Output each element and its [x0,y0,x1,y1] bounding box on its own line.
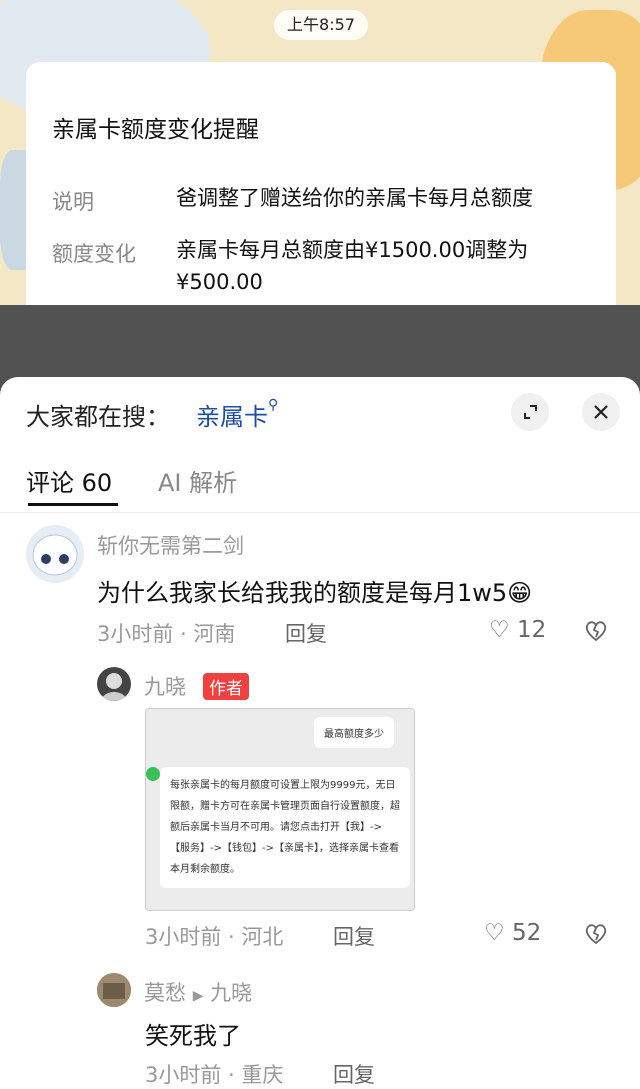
author-badge: 作者 [203,673,249,700]
comment-text: 为什么我家长给我我的额度是每月1w5😁 [97,573,532,608]
search-icon: ⚲ [268,397,279,413]
like-button[interactable]: ♡ 52 [484,920,541,946]
heart-icon: ♡ [484,920,505,946]
reply-location: 重庆 [241,1063,284,1087]
search-prefix: 大家都在搜： [26,403,170,431]
grin-emoji: 😁 [507,579,533,607]
reply-to-username[interactable]: 九晓 [210,981,252,1005]
reply-button[interactable]: 回复 [333,1059,375,1089]
reply-meta: 3小时前 · 重庆 [145,1063,284,1087]
notification-row-value: 爸调整了赠送给你的亲属卡每月总额度 [176,186,533,210]
active-tab-indicator [28,503,118,506]
like-count: 12 [516,617,547,643]
expand-button[interactable] [511,393,549,431]
reply-username[interactable]: 九晓 [144,671,186,701]
search-term-label: 亲属卡 [196,403,268,431]
search-term-link[interactable]: 亲属卡⚲ [196,397,278,432]
image-status-dot [146,767,160,781]
status-time: 上午8:57 [274,10,368,40]
notification-card: 亲属卡额度变化提醒 说明 爸调整了赠送给你的亲属卡每月总额度 额度变化 亲属卡每… [26,62,616,320]
like-button[interactable]: ♡ 12 [489,617,546,643]
reply-button[interactable]: 回复 [333,921,375,951]
expand-icon [524,405,537,419]
avatar[interactable] [97,667,131,701]
notification-row-label: 说明 [52,190,94,214]
close-icon [594,405,608,419]
dislike-button[interactable] [583,617,609,643]
tab-comments[interactable]: 评论 60 [26,463,112,498]
image-answer-bubble: 每张亲属卡的每月额度可设置上限为9999元，无日限额，赠卡方可在亲属卡管理页面自… [160,767,410,888]
reply-time: 3小时前 [145,925,222,949]
reply-username-link[interactable]: 莫愁 [144,981,186,1005]
reply-location: 河北 [241,925,284,949]
image-question-bubble: 最高额度多少 [314,717,394,748]
comment-location: 河南 [193,622,236,646]
broken-heart-icon [585,924,607,945]
reply-arrow-icon: ▶ [192,988,204,1004]
notification-title: 亲属卡额度变化提醒 [52,117,259,143]
reply-username: 莫愁 ▶ 九晓 [144,977,252,1007]
reply-image[interactable]: 最高额度多少 每张亲属卡的每月额度可设置上限为9999元，无日限额，赠卡方可在亲… [145,708,415,911]
reply-time: 3小时前 [145,1063,222,1087]
avatar[interactable] [26,525,84,583]
divider [0,512,640,513]
notification-row-label: 额度变化 [52,242,136,266]
reply-text: 笑死我了 [145,1022,241,1050]
broken-heart-icon [585,621,607,642]
reply-button[interactable]: 回复 [285,618,327,648]
like-count: 52 [511,920,542,946]
comment-sheet: 大家都在搜： 亲属卡⚲ 评论 60 AI 解析 斩你无需第二剑 为什么我家长给我… [0,377,640,1088]
notification-row-value: 亲属卡每月总额度由¥1500.00调整为¥500.00 [176,238,529,294]
close-button[interactable] [582,393,620,431]
comment-meta: 3小时前 · 河南 [97,622,236,646]
avatar[interactable] [97,973,131,1007]
comment-text-body: 为什么我家长给我我的额度是每月1w5 [97,579,508,607]
comment-time: 3小时前 [97,622,174,646]
reply-meta: 3小时前 · 河北 [145,925,284,949]
heart-icon: ♡ [489,617,510,643]
tab-ai-analysis[interactable]: AI 解析 [158,463,237,498]
dislike-button[interactable] [583,920,609,946]
comment-username[interactable]: 斩你无需第二剑 [97,530,244,560]
